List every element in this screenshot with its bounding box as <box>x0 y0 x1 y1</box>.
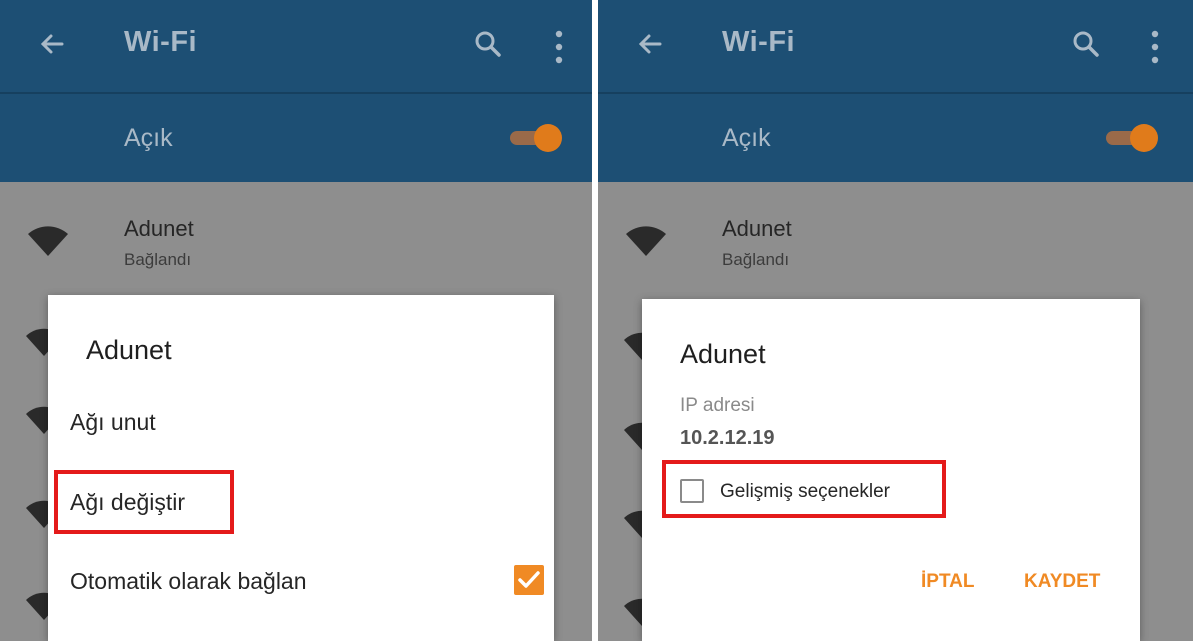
more-options-icon[interactable] <box>554 30 564 64</box>
ip-address-value: 10.2.12.19 <box>680 427 775 449</box>
cancel-button[interactable]: İPTAL <box>921 571 974 593</box>
highlight-box <box>54 470 234 534</box>
page-title: Wi-Fi <box>124 26 198 58</box>
app-bar: Wi-Fi <box>598 0 1193 92</box>
wifi-switch-label: Açık <box>722 124 771 152</box>
auto-connect-option[interactable]: Otomatik olarak bağlan <box>70 568 307 595</box>
wifi-signal-icon <box>28 226 68 256</box>
back-arrow-icon[interactable] <box>634 28 666 60</box>
wifi-screen-right: Wi-Fi Açık Adunet Bağlandı Adunet IP adr… <box>598 0 1193 641</box>
network-options-dialog: Adunet Ağı unut Ağı değiştir Otomatik ol… <box>48 295 554 641</box>
search-icon[interactable] <box>1070 28 1102 60</box>
back-arrow-icon[interactable] <box>36 28 68 60</box>
wifi-signal-icon <box>626 226 666 256</box>
wifi-screen-left: Wi-Fi Açık Adunet Bağlandı Adunet Ağı un… <box>0 0 592 641</box>
search-icon[interactable] <box>472 28 504 60</box>
toggle-knob <box>534 124 562 152</box>
network-name[interactable]: Adunet <box>124 216 194 242</box>
highlight-box <box>662 460 946 518</box>
toggle-knob <box>1130 124 1158 152</box>
wifi-toggle[interactable] <box>1106 124 1158 152</box>
dialog-title: Adunet <box>86 335 172 365</box>
wifi-switch-bar <box>598 92 1193 182</box>
wifi-toggle[interactable] <box>510 124 562 152</box>
forget-network-option[interactable]: Ağı unut <box>70 409 156 436</box>
auto-connect-checkbox[interactable] <box>514 565 544 595</box>
more-options-icon[interactable] <box>1150 30 1160 64</box>
modify-network-dialog: Adunet IP adresi 10.2.12.19 Gelişmiş seç… <box>642 299 1140 641</box>
wifi-switch-bar <box>0 92 592 182</box>
network-name[interactable]: Adunet <box>722 216 792 242</box>
network-status: Bağlandı <box>124 250 192 269</box>
page-title: Wi-Fi <box>722 26 796 58</box>
ip-address-label: IP adresi <box>680 395 755 416</box>
network-status: Bağlandı <box>722 250 790 269</box>
save-button[interactable]: KAYDET <box>1024 571 1100 593</box>
wifi-switch-label: Açık <box>124 124 173 152</box>
dialog-title: Adunet <box>680 339 766 369</box>
checkmark-icon <box>518 571 540 588</box>
app-bar: Wi-Fi <box>0 0 592 92</box>
